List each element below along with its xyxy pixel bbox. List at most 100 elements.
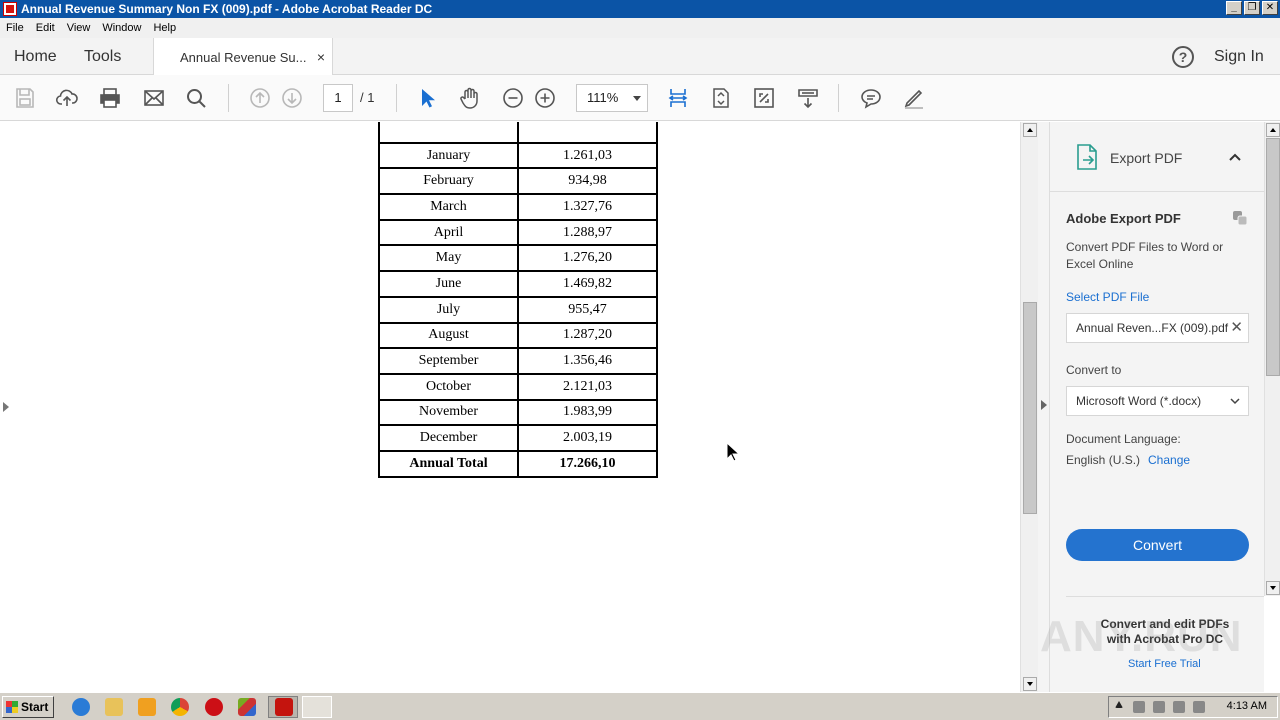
change-language-link[interactable]: Change [1148,453,1190,467]
tab-row: Home Tools Annual Revenue Su... × ? Sign… [0,38,1280,76]
month-cell: February [378,167,519,196]
menu-edit[interactable]: Edit [30,22,61,34]
network-icon[interactable] [1133,701,1145,713]
close-tab-icon[interactable]: × [317,49,325,65]
tab-tools[interactable]: Tools [84,38,121,75]
value-cell: 1.469,82 [517,270,658,298]
action-center-icon[interactable] [1153,701,1165,713]
table-row: May 1.276,20 [378,244,658,273]
menu-file[interactable]: File [0,22,30,34]
title-bar: Annual Revenue Summary Non FX (009).pdf … [0,0,1280,18]
tab-home[interactable]: Home [14,38,57,75]
page-number-input[interactable]: 1 [323,84,353,112]
power-icon[interactable] [1193,701,1205,713]
copy-icon[interactable] [1232,210,1248,226]
windows-logo-icon [6,701,18,713]
rotate-view-icon[interactable] [708,85,734,111]
total-row: Annual Total 17.266,10 [378,449,658,478]
zoom-in-icon[interactable] [532,85,558,111]
menu-window[interactable]: Window [96,22,147,34]
comment-icon[interactable] [858,85,884,111]
upload-cloud-icon[interactable] [54,85,80,111]
document-scrollbar[interactable] [1020,122,1038,692]
start-button[interactable]: Start [2,696,54,718]
hand-tool-icon[interactable] [457,85,483,111]
panel-heading: Adobe Export PDF [1066,211,1181,226]
table-row: June 1.469,82 [378,270,658,298]
tray-expand-icon[interactable] [1115,701,1123,708]
scroll-down-button[interactable] [1023,677,1037,691]
scroll-up-button[interactable] [1266,123,1280,137]
panel-header[interactable]: Export PDF [1050,122,1264,192]
zoom-level-dropdown[interactable]: 111% [576,84,648,112]
left-panel-expand-icon[interactable] [3,402,9,412]
select-cursor-icon[interactable] [414,85,440,111]
clear-file-icon[interactable]: ✕ [1230,314,1243,342]
month-cell: September [378,347,519,375]
internet-explorer-icon[interactable] [72,698,90,716]
table-row [378,122,658,144]
next-page-icon[interactable] [279,85,305,111]
scroll-up-button[interactable] [1023,123,1037,137]
value-cell: 1.276,20 [517,244,658,273]
search-icon[interactable] [183,85,209,111]
winrar-icon[interactable] [238,698,256,716]
save-icon[interactable] [12,85,38,111]
watermark: ANY.RUN [1040,612,1243,661]
month-cell: July [378,295,519,324]
month-cell: June [378,270,519,298]
sign-in-link[interactable]: Sign In [1214,38,1264,75]
system-tray: 4:13 AM [1108,696,1278,718]
zoom-out-icon[interactable] [500,85,526,111]
chrome-icon[interactable] [171,698,189,716]
folder-icon[interactable] [105,698,123,716]
total-label-cell: Annual Total [378,449,519,478]
help-icon[interactable]: ? [1172,46,1194,68]
scroll-thumb[interactable] [1266,138,1280,376]
previous-page-icon[interactable] [247,85,273,111]
opera-icon[interactable] [205,698,223,716]
restore-button[interactable]: ❐ [1244,1,1260,15]
menu-view[interactable]: View [61,22,97,34]
close-window-button[interactable]: ✕ [1262,1,1278,15]
fit-page-width-icon[interactable] [665,85,691,111]
panel-title: Export PDF [1110,150,1183,166]
panel-description: Convert PDF Files to Word or Excel Onlin… [1066,240,1224,271]
scroll-thumb[interactable] [1023,302,1037,514]
select-pdf-file-link[interactable]: Select PDF File [1066,290,1149,304]
month-cell: January [378,141,519,170]
scroll-down-button[interactable] [1266,581,1280,595]
table-row: December 2.003,19 [378,424,658,452]
full-screen-icon[interactable] [751,85,777,111]
toolbar-separator [838,84,839,112]
value-cell: 1.287,20 [517,321,658,350]
month-cell: April [378,218,519,247]
minimize-button[interactable]: _ [1226,1,1242,15]
selected-file-field[interactable]: Annual Reven...FX (009).pdf ✕ [1066,313,1249,343]
taskbar-blank-button[interactable] [302,696,332,718]
sign-pen-icon[interactable] [901,85,927,111]
right-pane-toggle[interactable] [1038,122,1050,692]
scroll-mode-icon[interactable] [795,85,821,111]
value-cell: 934,98 [517,167,658,196]
export-pdf-panel: Export PDF Adobe Export PDF Convert PDF … [1050,122,1264,692]
month-cell: October [378,372,519,401]
chevron-up-icon[interactable] [1228,150,1242,164]
table-row: August 1.287,20 [378,321,658,350]
table-row: March 1.327,76 [378,193,658,221]
toolbar-separator [228,84,229,112]
document-view[interactable]: January 1.261,03 February 934,98 March 1.32… [0,122,1020,692]
tab-document[interactable]: Annual Revenue Su... × [153,38,333,76]
menu-help[interactable]: Help [147,22,182,34]
month-cell [378,122,519,144]
panel-scrollbar[interactable] [1264,122,1280,596]
convert-format-dropdown[interactable]: Microsoft Word (*.docx) [1066,386,1249,416]
clock[interactable]: 4:13 AM [1227,700,1267,712]
email-icon[interactable] [141,85,167,111]
convert-button[interactable]: Convert [1066,529,1249,561]
value-cell: 2.121,03 [517,372,658,401]
media-player-icon[interactable] [138,698,156,716]
value-cell: 955,47 [517,295,658,324]
volume-icon[interactable] [1173,701,1185,713]
print-icon[interactable] [97,85,123,111]
